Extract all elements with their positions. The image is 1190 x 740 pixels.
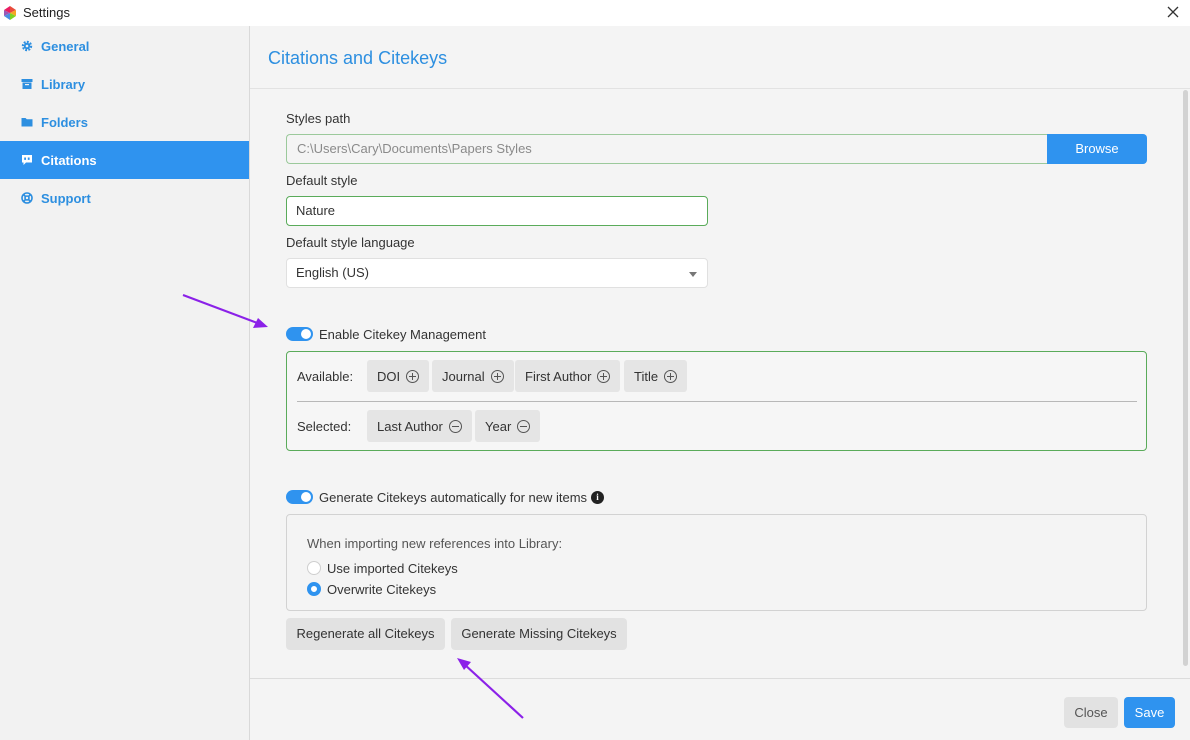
chip-available-journal[interactable]: Journal [432, 360, 514, 392]
chevron-down-icon [689, 272, 697, 277]
header-divider [250, 88, 1190, 89]
auto-generate-label: Generate Citekeys automatically for new … [319, 490, 588, 505]
chip-label: Last Author [377, 418, 443, 434]
plus-circle-icon [406, 369, 420, 383]
sidebar-item-library[interactable]: Library [0, 65, 249, 103]
sidebar-item-label: Support [41, 190, 91, 206]
radio-label[interactable]: Use imported Citekeys [327, 561, 458, 576]
minus-circle-icon [517, 419, 531, 433]
chip-selected-last-author[interactable]: Last Author [367, 410, 472, 442]
default-style-language-label: Default style language [286, 235, 415, 250]
chip-label: Journal [442, 368, 485, 384]
citekey-fields-box: Available: DOI Journal First Author Titl… [286, 351, 1147, 451]
plus-circle-icon [597, 369, 611, 383]
sidebar-item-label: Folders [41, 114, 88, 130]
generate-missing-button[interactable]: Generate Missing Citekeys [451, 618, 627, 650]
toggle-knob [301, 329, 311, 339]
radio-use-imported[interactable] [307, 561, 321, 575]
sidebar-item-folders[interactable]: Folders [0, 103, 249, 141]
sidebar-item-label: General [41, 38, 90, 54]
chip-label: DOI [377, 368, 401, 384]
quote-bubble-icon [20, 153, 34, 167]
info-icon[interactable]: i [591, 491, 604, 504]
sidebar-item-general[interactable]: General [0, 27, 249, 65]
chip-available-first-author[interactable]: First Author [515, 360, 621, 392]
sidebar-item-label: Library [41, 76, 86, 92]
sidebar-item-label: Citations [41, 152, 97, 168]
radio-overwrite[interactable] [307, 582, 321, 596]
sidebar-item-citations[interactable]: Citations [0, 141, 249, 179]
selected-label: Selected: [297, 419, 352, 434]
plus-circle-icon [490, 369, 504, 383]
footer-divider [250, 678, 1190, 679]
regenerate-all-button[interactable]: Regenerate all Citekeys [286, 618, 445, 650]
scrollbar[interactable] [1183, 90, 1188, 666]
chip-available-title[interactable]: Title [624, 360, 688, 392]
chip-selected-year[interactable]: Year [475, 410, 541, 442]
box-divider [297, 401, 1137, 402]
close-icon[interactable] [1164, 3, 1182, 21]
window-title: Settings [23, 5, 70, 20]
browse-button[interactable]: Browse [1047, 134, 1147, 164]
gear-icon [20, 39, 34, 53]
default-style-label: Default style [286, 173, 358, 188]
chip-available-doi[interactable]: DOI [367, 360, 430, 392]
minus-circle-icon [448, 419, 462, 433]
chip-label: Title [634, 368, 659, 384]
chip-label: Year [485, 418, 512, 434]
save-button[interactable]: Save [1124, 697, 1175, 728]
main-panel: Citations and Citekeys Styles path C:\Us… [250, 26, 1190, 740]
selected-language: English (US) [296, 265, 369, 280]
page-title: Citations and Citekeys [268, 48, 448, 68]
sidebar-item-support[interactable]: Support [0, 179, 249, 217]
chip-label: First Author [525, 368, 592, 384]
radio-label[interactable]: Overwrite Citekeys [327, 582, 436, 597]
sidebar: General Library Folders Citations Suppor… [0, 26, 250, 740]
close-button[interactable]: Close [1064, 697, 1118, 728]
toggle-knob [301, 492, 311, 502]
styles-path-label: Styles path [286, 111, 351, 126]
folder-icon [20, 115, 34, 129]
plus-circle-icon [664, 369, 678, 383]
app-logo-icon [4, 6, 16, 20]
archive-icon [20, 77, 34, 91]
auto-generate-toggle[interactable] [286, 490, 313, 504]
default-style-language-select[interactable]: English (US) [286, 258, 708, 288]
enable-citekey-label: Enable Citekey Management [319, 327, 486, 342]
styles-path-field[interactable]: C:\Users\Cary\Documents\Papers Styles [286, 134, 1048, 164]
title-bar: Settings [0, 0, 1190, 26]
enable-citekey-toggle[interactable] [286, 327, 313, 341]
import-prompt: When importing new references into Libra… [307, 536, 563, 551]
lifebuoy-icon [20, 191, 34, 205]
available-label: Available: [297, 369, 354, 384]
default-style-field[interactable]: Nature [286, 196, 708, 226]
import-options-box: When importing new references into Libra… [286, 514, 1147, 611]
